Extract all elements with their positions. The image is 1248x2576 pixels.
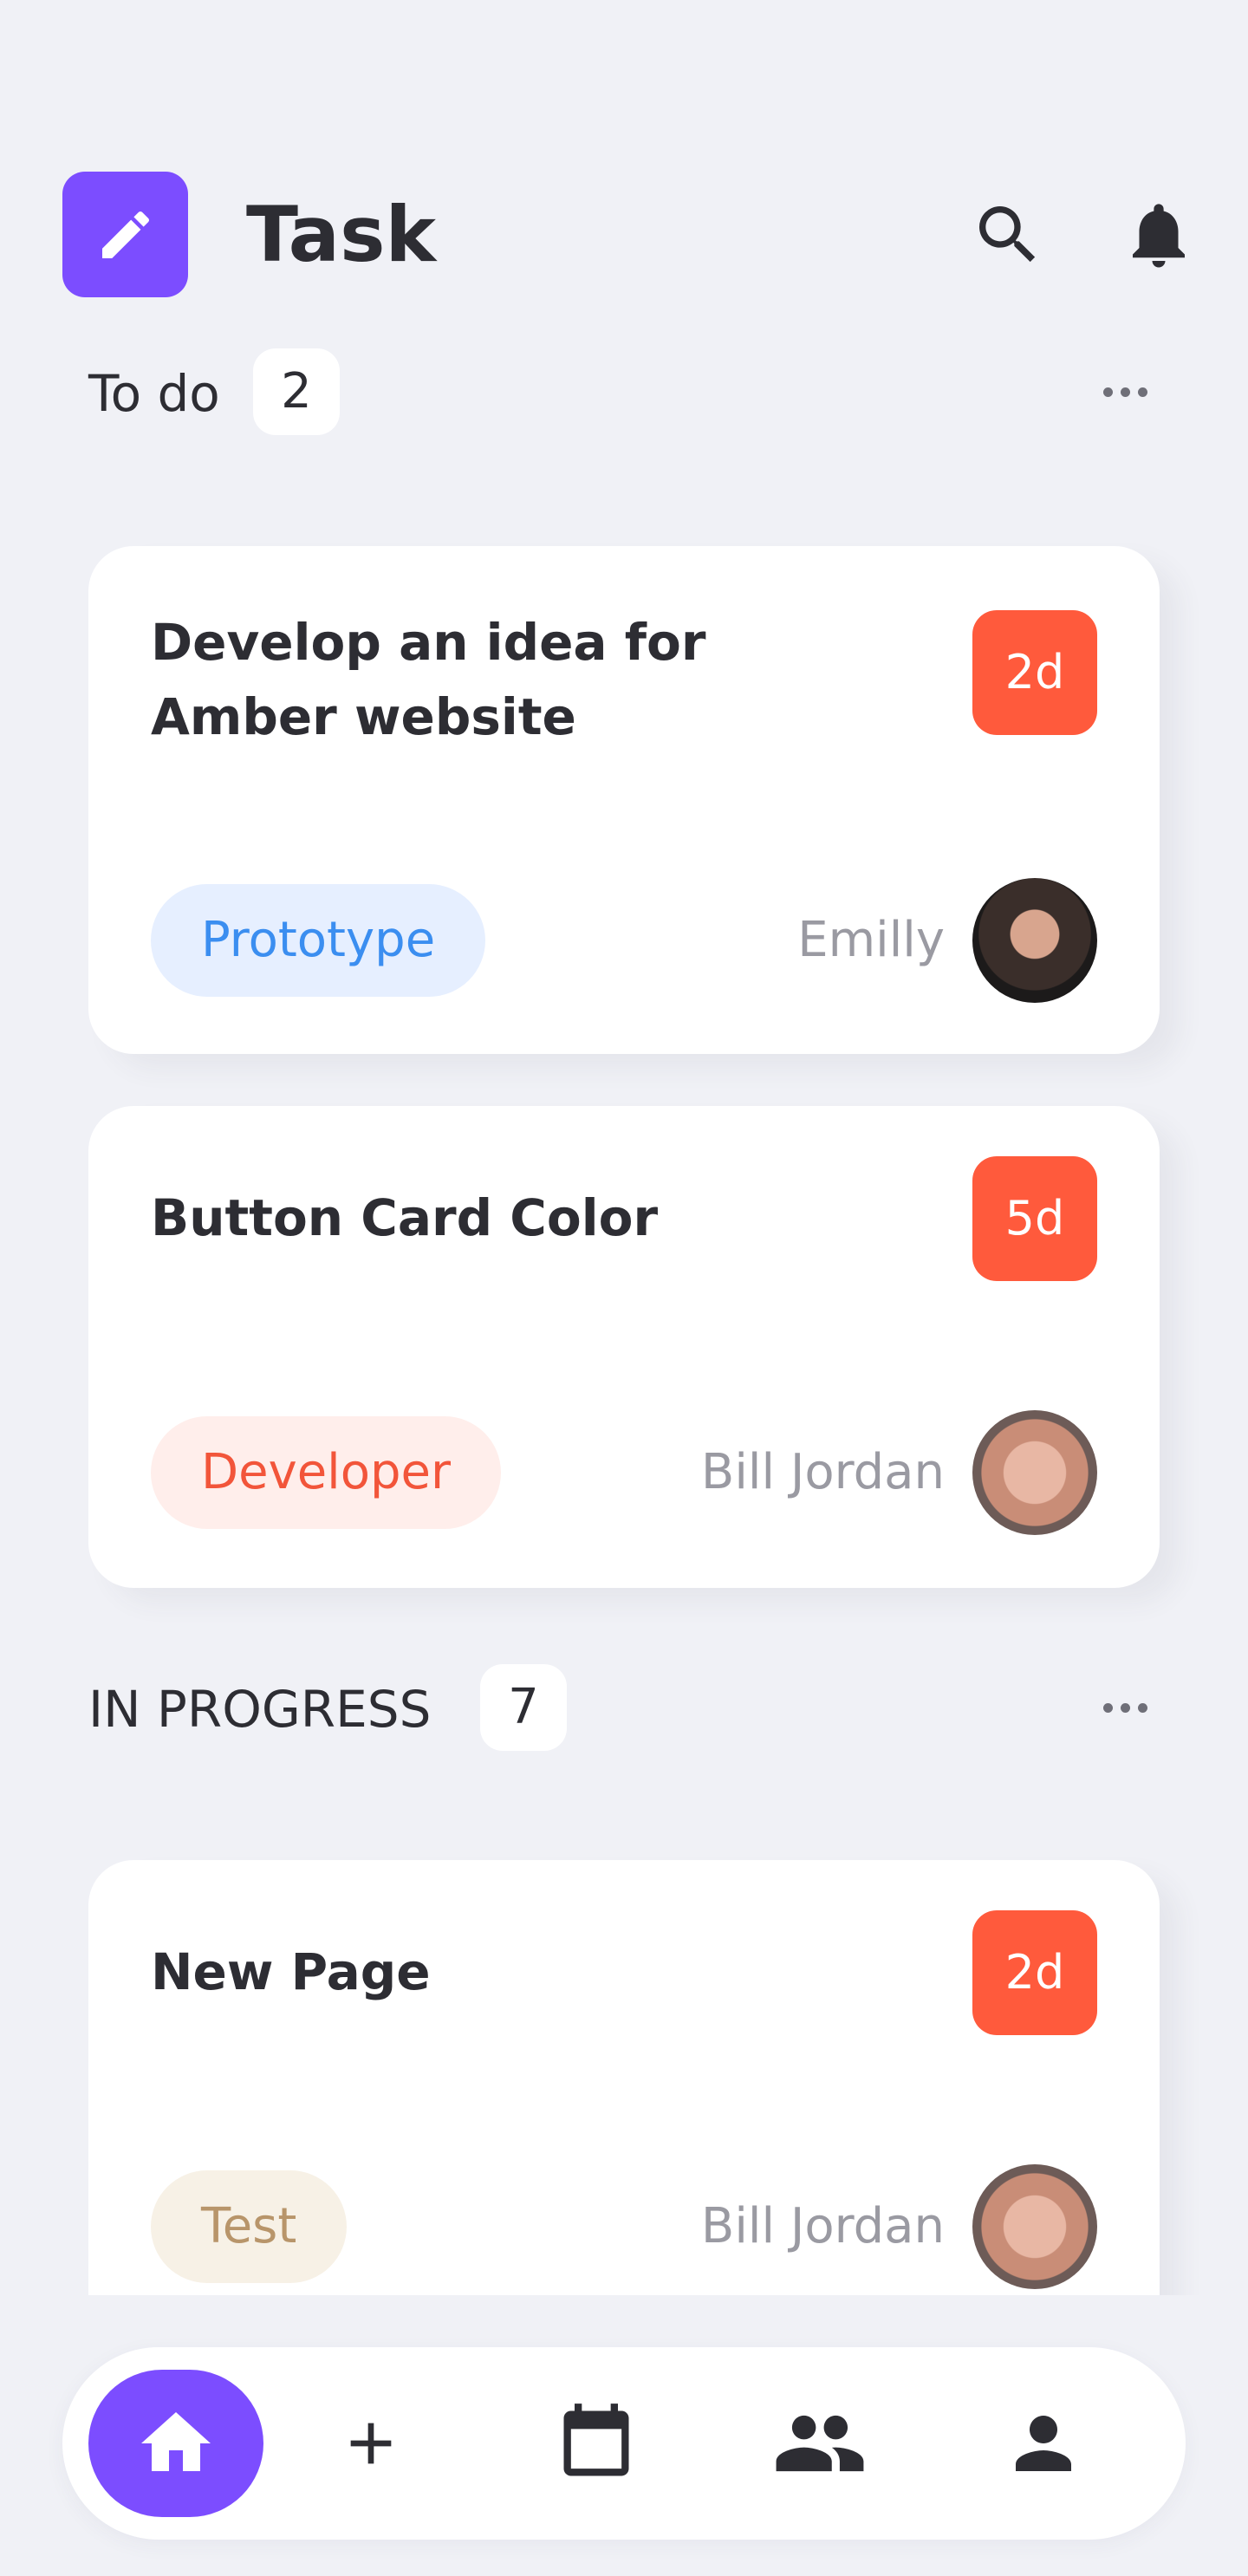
more-dot [1137,1702,1147,1713]
due-days-badge: 5d [972,1156,1097,1281]
nav-profile-button[interactable] [983,2347,1104,2540]
nav-calendar-button[interactable] [536,2347,657,2540]
person-icon [1016,2416,1071,2471]
search-icon [979,206,1036,263]
pencil-icon [101,211,149,258]
count-badge: 2 [253,348,340,435]
count-badge: 7 [480,1664,567,1751]
more-dot [1120,387,1130,397]
card-title: Button Card Color [151,1188,659,1247]
more-dots-icon [1102,1702,1113,1713]
section-header-in-progress: IN PROGRESS 7 [88,1664,1160,1751]
people-icon [776,2415,864,2472]
search-button[interactable] [969,196,1047,274]
plus-icon [350,2423,392,2464]
section-title: To do [88,364,220,423]
more-options-button[interactable] [1090,374,1160,409]
task-board-screen: Task To do 2 Develop an idea for Amber w… [0,0,1248,2576]
avatar[interactable] [972,2164,1097,2289]
app-logo [62,172,188,297]
app-header: Task [62,172,1186,298]
more-dots-icon [1102,387,1113,397]
bottom-navigation [62,2347,1186,2540]
avatar[interactable] [972,1410,1097,1535]
card-title: New Page [151,1942,431,2001]
task-card[interactable]: New Page 2d Test Bill Jordan [88,1860,1160,2295]
assignee-name: Emilly [797,912,945,968]
tag-badge[interactable]: Test [151,2170,348,2283]
section-header-todo: To do 2 [88,348,1160,435]
notifications-button[interactable] [1120,196,1198,274]
calendar-icon [563,2404,629,2476]
nav-home-button[interactable] [88,2370,263,2517]
section-title: IN PROGRESS [88,1680,432,1739]
page-title: Task [246,190,436,279]
tag-badge[interactable]: Developer [151,1416,502,1529]
due-days-badge: 2d [972,610,1097,735]
more-dot [1120,1702,1130,1713]
nav-team-button[interactable] [759,2347,881,2540]
home-icon [141,2412,211,2471]
scroll-area[interactable]: New Page 2d Test Bill Jordan [0,1820,1248,2295]
assignee-name: Bill Jordan [700,2198,945,2254]
avatar[interactable] [972,878,1097,1003]
bell-icon [1133,204,1185,268]
due-days-badge: 2d [972,1910,1097,2035]
nav-add-button[interactable] [310,2347,432,2540]
task-card[interactable]: Button Card Color 5d Developer Bill Jord… [88,1106,1160,1588]
card-title: Develop an idea for Amber website [151,613,706,746]
more-options-button[interactable] [1090,1690,1160,1725]
more-dot [1137,387,1147,397]
task-card[interactable]: Develop an idea for Amber website 2d Pro… [88,546,1160,1054]
assignee-name: Bill Jordan [700,1444,945,1500]
tag-badge[interactable]: Prototype [151,884,486,997]
